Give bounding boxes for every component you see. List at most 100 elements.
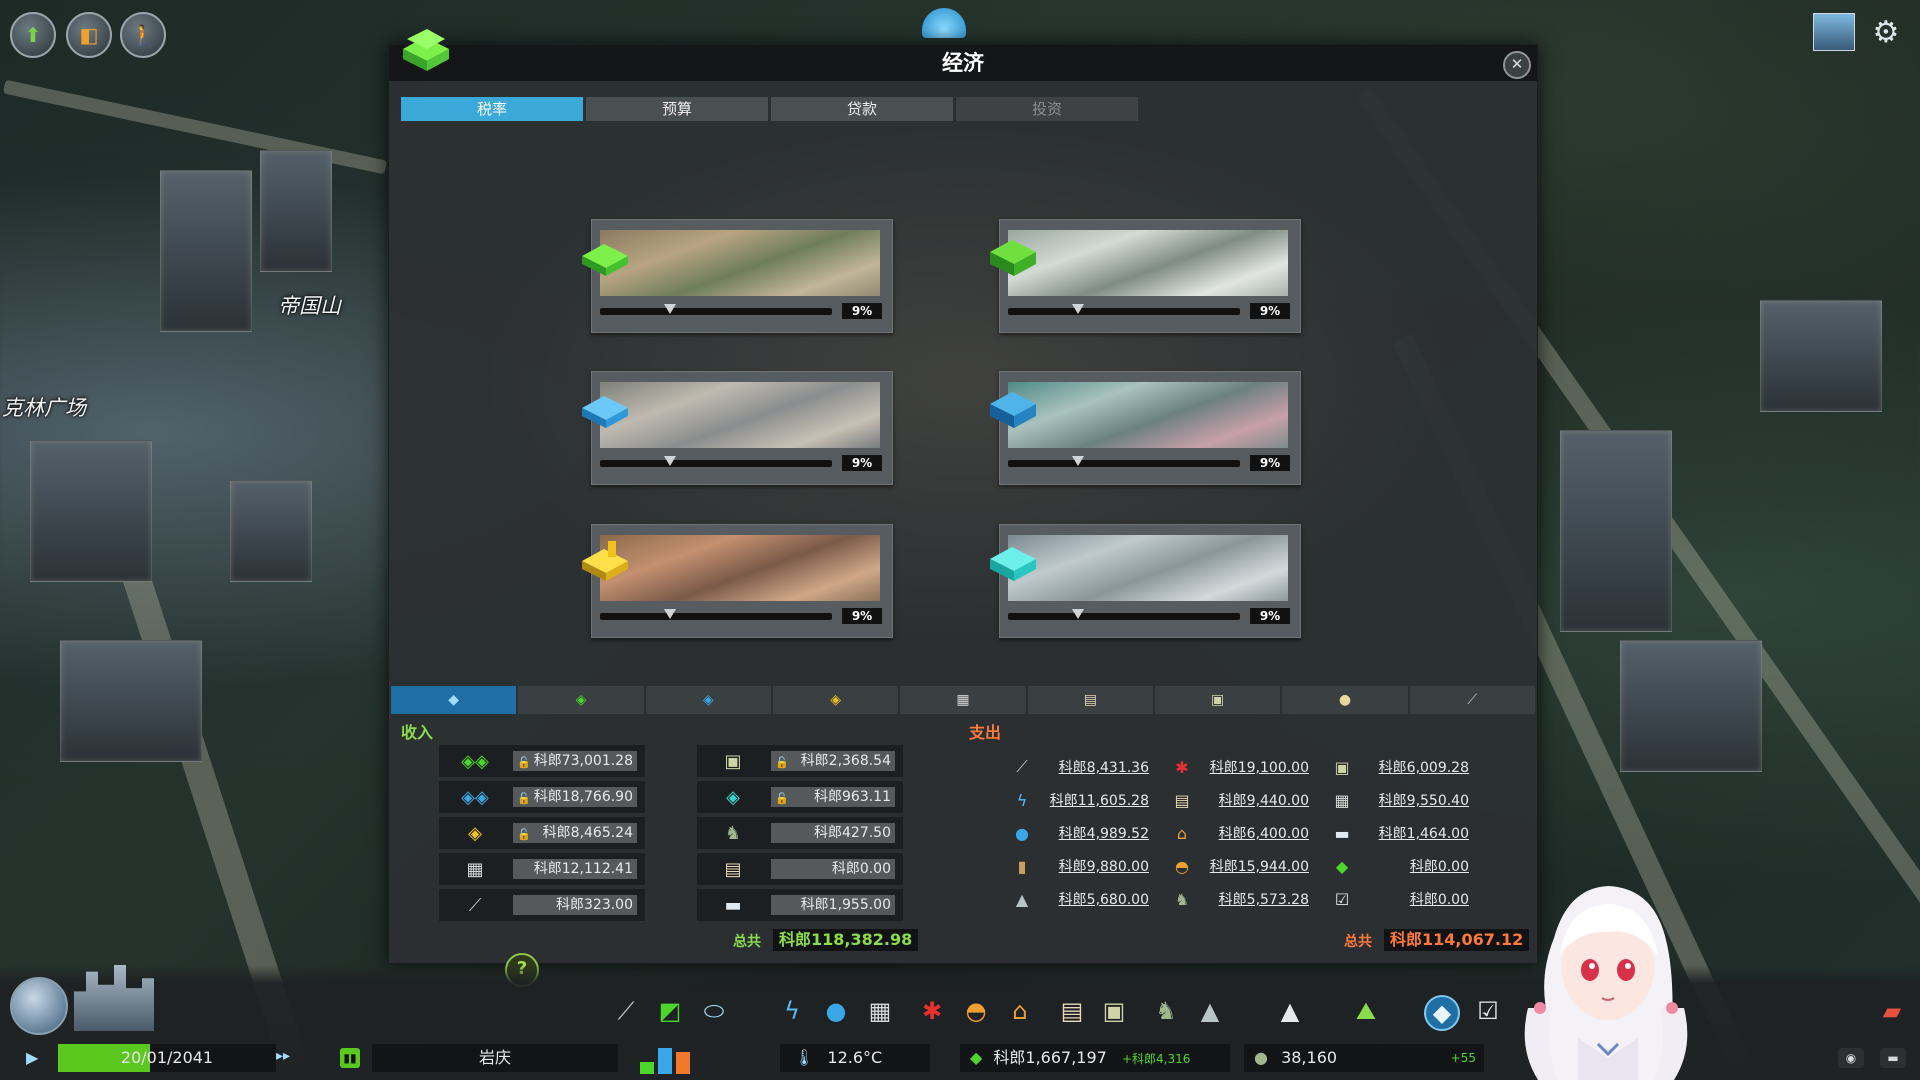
tab-tax-rates[interactable]: 税率 (401, 97, 583, 121)
tab-budget[interactable]: 预算 (586, 97, 768, 121)
districts-tool[interactable]: ⬭ (698, 995, 730, 1027)
slider-handle[interactable] (1072, 609, 1084, 619)
tax-slider[interactable] (1008, 609, 1240, 620)
screenshot-button[interactable]: ◉ (1838, 1048, 1864, 1068)
zone-preview-image (600, 230, 880, 296)
fire-icon: ◓ (965, 997, 987, 1025)
expense-value[interactable]: 科郎9,550.40 (1359, 790, 1469, 810)
healthcare-icon: ✱ (1175, 757, 1189, 777)
camera-icon: ◉ (1845, 1051, 1857, 1065)
money-box[interactable]: ◆ 科郎1,667,197 +科郎4,316 (960, 1044, 1230, 1072)
economy-tool[interactable]: ◆ (1424, 995, 1460, 1031)
money-value: 科郎1,667,197 (993, 1048, 1107, 1067)
indicator-bar-green (640, 1062, 654, 1074)
economy-icon: ◆ (1432, 999, 1452, 1027)
tax-slider[interactable] (600, 609, 832, 620)
slider-handle[interactable] (664, 609, 676, 619)
globe-button[interactable] (10, 977, 68, 1035)
category-education[interactable]: ▤ (1027, 686, 1153, 714)
expense-value[interactable]: 科郎6,400.00 (1199, 823, 1309, 843)
slider-handle[interactable] (1072, 456, 1084, 466)
category-road[interactable]: ⟋ (1409, 686, 1535, 714)
policies-tool[interactable]: ☑ (1472, 995, 1504, 1027)
zoning-tool[interactable]: ◩ (654, 995, 686, 1027)
expense-value[interactable]: 科郎15,944.00 (1199, 856, 1309, 876)
population-delta: +55 (1450, 1051, 1476, 1065)
temperature-box: 🌡 12.6°C (780, 1044, 930, 1072)
category-tourism[interactable]: ● (1282, 686, 1408, 714)
police-icon: ⌂ (1012, 997, 1028, 1025)
monuments-icon: ▲ (1200, 997, 1220, 1025)
income-value: 科郎12,112.41 (533, 861, 633, 877)
info-views-button[interactable]: ◧ (66, 12, 112, 58)
electricity-tool[interactable]: ϟ (776, 995, 808, 1027)
zone-preview-image (1008, 230, 1288, 296)
police-tool[interactable]: ⌂ (1004, 995, 1036, 1027)
expense-value[interactable]: 科郎9,440.00 (1199, 790, 1309, 810)
income-value: 科郎1,955.00 (800, 897, 891, 913)
upgrade-button[interactable]: ⬆ (10, 12, 56, 58)
category-transport[interactable]: ▣ (1154, 686, 1281, 714)
building (260, 150, 332, 272)
wonders-tool[interactable]: ▲ (1274, 995, 1306, 1027)
tax-card-residential-high: 9% (990, 219, 1301, 333)
slider-handle[interactable] (664, 456, 676, 466)
tax-slider[interactable] (1008, 456, 1240, 467)
lock-icon: 🔓 (775, 756, 789, 769)
park-icon: ♞ (724, 822, 742, 844)
expense-value[interactable]: 科郎5,680.00 (1039, 889, 1149, 909)
income-row: ◈ 🔓 科郎8,465.24 (439, 817, 645, 849)
tax-slider[interactable] (600, 304, 832, 315)
settings-button[interactable]: ⚙ (1864, 10, 1908, 54)
close-icon: ✕ (1510, 55, 1524, 73)
parks-tool[interactable]: ♞ (1150, 995, 1182, 1027)
expense-value[interactable]: 科郎1,464.00 (1359, 823, 1469, 843)
category-overview[interactable]: ◆ (391, 686, 517, 714)
category-industry[interactable]: ▦ (900, 686, 1026, 714)
expense-value[interactable]: 科郎4,989.52 (1039, 823, 1149, 843)
expense-value[interactable]: 科郎8,431.36 (1039, 757, 1149, 777)
play-button[interactable]: ▶ (26, 1048, 46, 1068)
population-box[interactable]: ● 38,160 +55 (1244, 1044, 1484, 1072)
category-residential[interactable]: ◈ (518, 686, 644, 714)
monuments-tool[interactable]: ▲ (1194, 995, 1226, 1027)
expense-value[interactable]: 科郎11,605.28 (1039, 790, 1149, 810)
expense-value[interactable]: 科郎0.00 (1359, 889, 1469, 909)
fire-tool[interactable]: ◓ (960, 995, 992, 1027)
pedestrian-button[interactable]: 🚶 (120, 12, 166, 58)
income-row: ◈ 🔓 科郎963.11 (697, 781, 903, 813)
tax-card-commercial-low: 9% (582, 371, 893, 485)
expense-value[interactable]: 科郎19,100.00 (1199, 757, 1309, 777)
money-icon: ◆ (970, 1048, 983, 1067)
slider-handle[interactable] (664, 304, 676, 314)
tax-slider[interactable] (600, 456, 832, 467)
info-indicators[interactable] (640, 1046, 704, 1074)
money-delta: +科郎4,316 (1121, 1052, 1191, 1066)
close-button[interactable]: ✕ (1503, 51, 1531, 79)
category-commercial[interactable]: ◈ (645, 686, 771, 714)
pause-button[interactable]: ▮▮ (340, 1048, 360, 1068)
education-tool[interactable]: ▤ (1056, 995, 1088, 1027)
expense-value[interactable]: 科郎0.00 (1359, 856, 1469, 876)
tax-slider[interactable] (1008, 304, 1240, 315)
water-tool[interactable]: ● (820, 995, 852, 1027)
expense-value[interactable]: 科郎9,880.00 (1039, 856, 1149, 876)
category-industrial[interactable]: ◈ (772, 686, 899, 714)
zone-preview-image (600, 382, 880, 448)
building (160, 170, 252, 332)
city-thumbnail-button[interactable] (1812, 10, 1856, 54)
garbage-tool[interactable]: ▦ (864, 995, 896, 1027)
landscaping-tool[interactable]: ⛰ (1350, 995, 1382, 1027)
slider-handle[interactable] (1072, 304, 1084, 314)
expense-value[interactable]: 科郎5,573.28 (1199, 889, 1309, 909)
road-icon: ⟋ (1016, 757, 1028, 776)
tab-loans[interactable]: 贷款 (771, 97, 953, 121)
city-name-box[interactable]: 岩庆 (372, 1044, 618, 1072)
transport-tool[interactable]: ▣ (1098, 995, 1130, 1027)
roads-tool[interactable]: ⟋ (610, 995, 642, 1027)
healthcare-tool[interactable]: ✱ (916, 995, 948, 1027)
expense-value[interactable]: 科郎6,009.28 (1359, 757, 1469, 777)
speed-button[interactable]: ▸▸ (276, 1048, 290, 1064)
freecam-button[interactable]: ▬ (1880, 1048, 1906, 1068)
bulldozer-tool[interactable]: ▰ (1876, 995, 1908, 1027)
